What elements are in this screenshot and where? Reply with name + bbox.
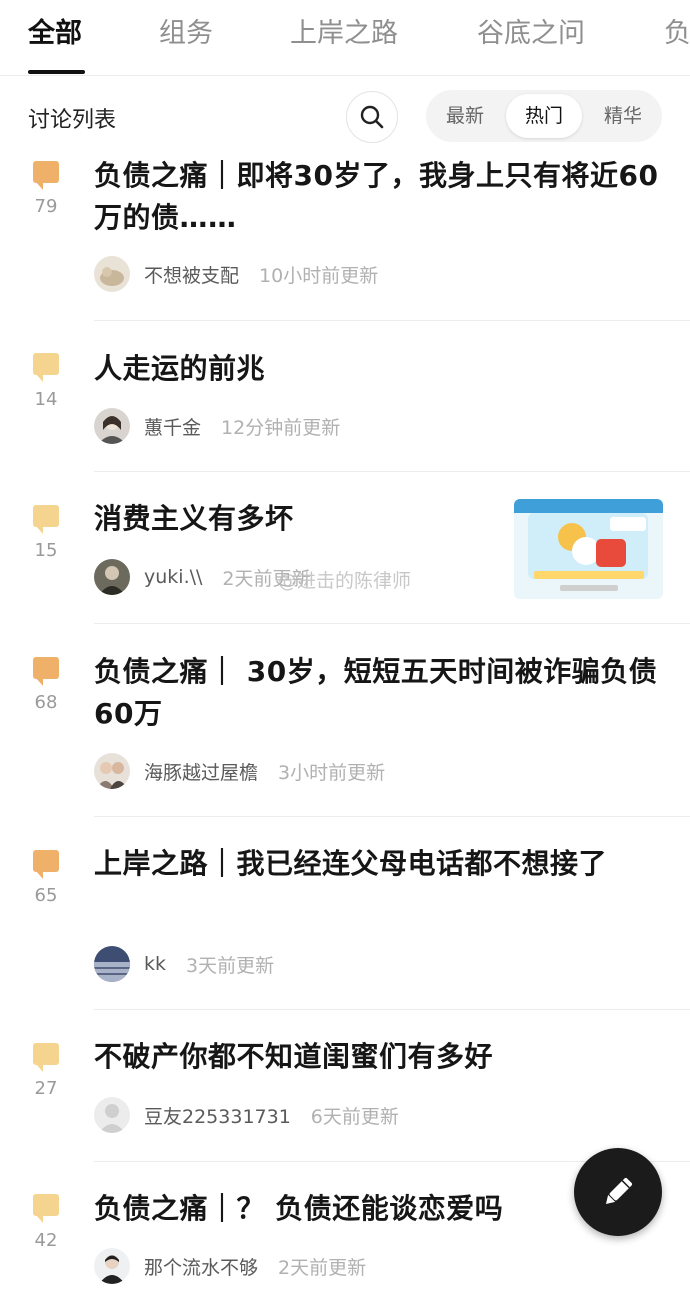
author-row: kk 3天前更新 xyxy=(94,946,274,982)
divider xyxy=(94,623,690,624)
comment-bubble-icon xyxy=(33,1194,59,1223)
post-title[interactable]: 负债之痛｜即将30岁了，我身上只有将近60万的债…… xyxy=(94,155,660,239)
comment-count: 79 xyxy=(34,196,58,217)
top-tab-bar: 全部 组务 上岸之路 谷底之问 负 xyxy=(0,0,690,76)
post-title[interactable]: 上岸之路｜我已经连父母电话都不想接了 xyxy=(94,843,660,885)
tab-group-affairs[interactable]: 组务 xyxy=(159,16,213,52)
post-title[interactable]: 不破产你都不知道闺蜜们有多好 xyxy=(94,1036,660,1078)
author-row: 不想被支配 10小时前更新 xyxy=(94,256,378,292)
search-button[interactable] xyxy=(346,91,398,143)
sort-hot[interactable]: 热门 xyxy=(506,94,582,138)
update-time: 12分钟前更新 xyxy=(221,416,341,439)
comment-count: 68 xyxy=(34,692,58,713)
comment-bubble-icon xyxy=(33,505,59,534)
tab-shore-road[interactable]: 上岸之路 xyxy=(290,16,398,52)
tab-debt-partial[interactable]: 负 xyxy=(664,16,690,52)
avatar[interactable] xyxy=(94,256,130,292)
post-title[interactable]: 人走运的前兆 xyxy=(94,348,660,390)
post-title[interactable]: 负债之痛｜ 30岁，短短五天时间被诈骗负债60万 xyxy=(94,651,660,735)
update-time: 3天前更新 xyxy=(186,954,275,977)
comment-count: 27 xyxy=(34,1078,58,1099)
update-time: 6天前更新 xyxy=(310,1105,399,1128)
comment-count: 65 xyxy=(34,885,58,906)
list-title: 讨论列表 xyxy=(28,108,117,133)
avatar[interactable] xyxy=(94,1097,130,1133)
update-time: 10小时前更新 xyxy=(259,264,379,287)
search-icon xyxy=(360,105,384,129)
author-name[interactable]: 那个流水不够 xyxy=(144,1253,258,1280)
divider xyxy=(94,1009,690,1010)
author-name[interactable]: yuki.\\ xyxy=(144,566,202,588)
avatar[interactable] xyxy=(94,753,130,789)
comment-bubble-icon xyxy=(33,850,59,879)
tab-all[interactable]: 全部 xyxy=(28,16,82,52)
list-header: 讨论列表 最新 热门 精华 xyxy=(0,88,690,144)
active-tab-indicator xyxy=(28,70,85,74)
comment-bubble-icon xyxy=(33,161,59,190)
sort-segmented-control: 最新 热门 精华 xyxy=(426,90,662,142)
comment-bubble-icon xyxy=(33,1043,59,1072)
sort-latest[interactable]: 最新 xyxy=(426,90,504,142)
comment-bubble-icon xyxy=(33,657,59,686)
tab-valley-question[interactable]: 谷底之问 xyxy=(477,16,585,52)
watermark: @进击的陈律师 xyxy=(278,570,412,592)
comment-count: 42 xyxy=(34,1230,58,1251)
author-row: 蕙千金 12分钟前更新 xyxy=(94,408,340,444)
author-row: 豆友225331731 6天前更新 xyxy=(94,1097,399,1133)
avatar[interactable] xyxy=(94,559,130,595)
divider xyxy=(94,320,690,321)
author-name[interactable]: kk xyxy=(144,953,166,975)
comment-bubble-icon xyxy=(33,353,59,382)
update-time: 2天前更新 xyxy=(278,1256,367,1279)
author-name[interactable]: 海豚越过屋檐 xyxy=(144,758,258,785)
comment-count: 14 xyxy=(34,389,58,410)
update-time: 3小时前更新 xyxy=(278,761,386,784)
post-title[interactable]: 消费主义有多坏 xyxy=(94,498,494,540)
author-name[interactable]: 豆友225331731 xyxy=(144,1102,291,1129)
author-row: 那个流水不够 2天前更新 xyxy=(94,1248,366,1284)
avatar[interactable] xyxy=(94,408,130,444)
post-thumbnail[interactable] xyxy=(514,499,663,599)
divider xyxy=(94,471,690,472)
author-row: 海豚越过屋檐 3小时前更新 xyxy=(94,753,385,789)
author-name[interactable]: 蕙千金 xyxy=(144,413,201,440)
sort-featured[interactable]: 精华 xyxy=(584,90,662,142)
compose-button[interactable] xyxy=(574,1148,662,1236)
avatar[interactable] xyxy=(94,946,130,982)
author-name[interactable]: 不想被支配 xyxy=(144,261,239,288)
pencil-icon xyxy=(605,1177,633,1205)
avatar[interactable] xyxy=(94,1248,130,1284)
divider xyxy=(94,816,690,817)
comment-count: 15 xyxy=(34,540,58,561)
